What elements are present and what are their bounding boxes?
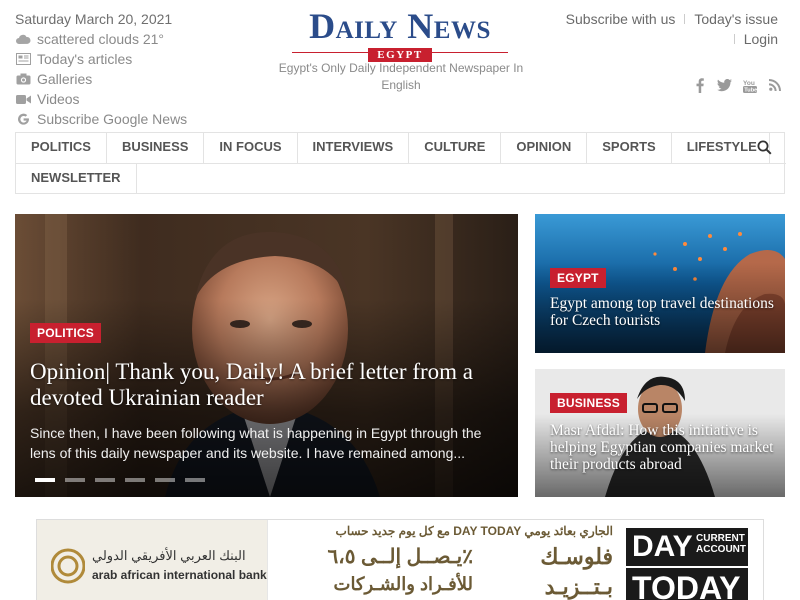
todays-articles-link[interactable]: Today's articles: [15, 49, 235, 69]
slider-dot[interactable]: [35, 478, 55, 482]
nav-item-newsletter[interactable]: NEWSLETTER: [16, 164, 137, 194]
hero-category-badge[interactable]: POLITICS: [30, 323, 101, 343]
ad-today-word: TODAY: [626, 568, 748, 600]
todays-issue-link[interactable]: Today's issue: [694, 11, 778, 27]
featured-card[interactable]: BUSINESS Masr Afdal: How this initiative…: [535, 369, 785, 497]
site-logo[interactable]: Daily News EGYPT: [282, 6, 518, 62]
todays-articles-label: Today's articles: [37, 51, 133, 67]
youtube-icon[interactable]: You Tube: [742, 77, 757, 93]
slider-dot[interactable]: [155, 478, 175, 482]
nav-item-interviews[interactable]: INTERVIEWS: [298, 133, 410, 163]
galleries-label: Galleries: [37, 71, 93, 87]
search-icon[interactable]: [757, 140, 773, 156]
ad-line-2-right: فلوسـك: [540, 544, 613, 569]
ad-bank-panel: البنك العربي الأفريقي الدولي arab africa…: [37, 520, 267, 600]
slider-dot[interactable]: [185, 478, 205, 482]
card-category-badge[interactable]: EGYPT: [550, 268, 606, 288]
ad-line-2-left: يـصــل إلــى ٦،٥٪: [327, 546, 474, 568]
camera-icon: [15, 72, 31, 86]
site-tagline: Egypt's Only Daily Independent Newspaper…: [278, 61, 524, 92]
subscribe-link[interactable]: Subscribe with us: [566, 11, 676, 27]
videos-link[interactable]: Videos: [15, 89, 235, 109]
cloud-icon: [15, 32, 31, 46]
galleries-link[interactable]: Galleries: [15, 69, 235, 89]
nav-item-politics[interactable]: POLITICS: [16, 133, 107, 163]
rss-icon[interactable]: [767, 77, 782, 93]
facebook-icon[interactable]: [692, 77, 707, 93]
login-link[interactable]: Login: [744, 31, 778, 47]
nav-item-sports[interactable]: SPORTS: [587, 133, 672, 163]
nav-item-lifestyle[interactable]: LIFESTYLE: [672, 133, 770, 163]
separator: [733, 34, 735, 44]
nav-row-secondary: NEWSLETTER: [16, 163, 786, 194]
hero-excerpt: Since then, I have been following what i…: [30, 425, 482, 461]
nav-item-culture[interactable]: CULTURE: [409, 133, 502, 163]
nav-row-primary: POLITICS BUSINESS IN FOCUS INTERVIEWS CU…: [16, 133, 770, 163]
slider-dot[interactable]: [95, 478, 115, 482]
card-title[interactable]: Masr Afdal: How this initiative is helpi…: [550, 422, 775, 473]
card-category-badge[interactable]: BUSINESS: [550, 393, 627, 413]
featured-card[interactable]: EGYPT Egypt among top travel destination…: [535, 214, 785, 353]
header-account: Subscribe with us Today's issue Login: [566, 9, 778, 49]
card-title[interactable]: Egypt among top travel destinations for …: [550, 295, 775, 329]
slider-dots: [35, 478, 205, 482]
nav-item-in-focus[interactable]: IN FOCUS: [204, 133, 298, 163]
current-date: Saturday March 20, 2021: [15, 11, 173, 27]
header-meta: Saturday March 20, 2021 scattered clouds…: [15, 9, 235, 129]
ad-day-word: DAY: [632, 530, 693, 563]
main-navigation: POLITICS BUSINESS IN FOCUS INTERVIEWS CU…: [15, 132, 786, 194]
google-news-label: Subscribe Google News: [37, 111, 188, 127]
newspaper-icon: [15, 52, 31, 66]
weather-text: scattered clouds 21°: [37, 31, 165, 47]
slider-dot[interactable]: [125, 478, 145, 482]
google-news-link[interactable]: Subscribe Google News: [15, 109, 235, 129]
ad-line-1: مع كل يوم جديد حساب DAY TODAY الجاري بعا…: [335, 524, 613, 538]
google-icon: [15, 112, 31, 126]
bank-name-english: arab african international bank: [92, 568, 267, 582]
social-links: You Tube: [692, 77, 782, 93]
videos-label: Videos: [37, 91, 80, 107]
ad-line-3-left: للأفـراد والشـركات: [333, 574, 474, 594]
svg-text:Tube: Tube: [744, 87, 757, 92]
ad-day-box: DAY CURRENT ACCOUNT: [626, 528, 748, 566]
logo-egypt-bar: EGYPT: [292, 45, 508, 62]
ad-current-account: CURRENT ACCOUNT: [696, 533, 746, 555]
separator: [684, 14, 686, 24]
nav-item-opinion[interactable]: OPINION: [501, 133, 588, 163]
ad-message: مع كل يوم جديد حساب DAY TODAY الجاري بعا…: [267, 520, 622, 600]
twitter-icon[interactable]: [717, 77, 732, 93]
video-icon: [15, 92, 31, 106]
advertisement-banner[interactable]: البنك العربي الأفريقي الدولي arab africa…: [36, 519, 764, 600]
logo-wordmark: Daily News: [309, 6, 491, 46]
bank-name-arabic: البنك العربي الأفريقي الدولي: [92, 548, 246, 563]
login-row: Login: [566, 29, 778, 49]
hero-title[interactable]: Opinion| Thank you, Daily! A brief lette…: [30, 359, 510, 411]
ad-product-logo: DAY CURRENT ACCOUNT TODAY: [622, 520, 763, 600]
ad-line-3-right: بـتــزيـد: [544, 574, 613, 599]
slider-dot[interactable]: [65, 478, 85, 482]
svg-text:You: You: [743, 80, 755, 87]
nav-item-business[interactable]: BUSINESS: [107, 133, 205, 163]
weather: scattered clouds 21°: [15, 29, 235, 49]
hero-slider[interactable]: POLITICS Opinion| Thank you, Daily! A br…: [15, 214, 518, 497]
bank-logo-icon: [51, 548, 85, 584]
header-links-row: Subscribe with us Today's issue: [566, 9, 778, 29]
